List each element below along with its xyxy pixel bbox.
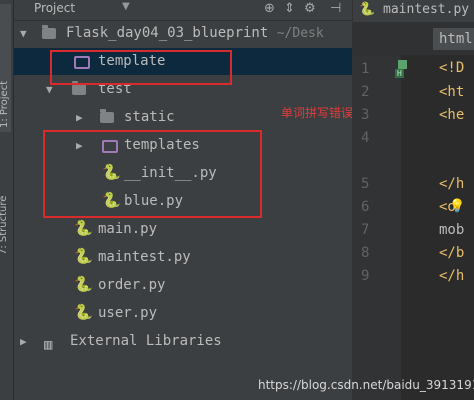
watermark: https://blog.csdn.net/baidu_39131915 — [258, 378, 474, 392]
python-file-icon: 🐍 — [359, 2, 376, 17]
code-line[interactable]: </h — [439, 176, 464, 192]
line-number: 1 — [361, 61, 370, 77]
annotation-box-template — [50, 50, 232, 85]
tool-strip: 1: Project 7: Structure — [0, 0, 14, 400]
tree-item-label: main.py — [98, 221, 158, 237]
chevron-down-icon[interactable]: ▼ — [122, 1, 130, 12]
folder-icon — [100, 109, 114, 123]
code-line[interactable]: <!D — [439, 60, 464, 76]
line-number: 3 — [361, 107, 370, 123]
tree-item-label: External Libraries — [70, 333, 222, 349]
collapse-icon[interactable]: ⇕ — [284, 1, 295, 16]
tree-item-main-py[interactable]: 🐍 main.py — [14, 216, 352, 243]
annotation-box-templates — [43, 130, 262, 218]
lightbulb-icon[interactable]: 💡 — [449, 199, 465, 214]
tree-item-label: user.py — [98, 305, 158, 321]
python-file-icon: 🐍 — [74, 303, 93, 321]
collapse-arrow-icon[interactable]: ▶ — [76, 104, 83, 131]
tree-item-project-root[interactable]: ▼ Flask_day04_03_blueprint ~/Desk — [14, 20, 352, 47]
line-number: 4 — [361, 130, 370, 146]
line-number: 9 — [361, 268, 370, 284]
gear-icon[interactable]: ⚙ — [304, 1, 316, 16]
hide-icon[interactable]: ⊣ — [330, 1, 341, 16]
project-panel-header: Project ▼ ⊕ ⇕ ⚙ ⊣ — [14, 0, 352, 21]
editor-tab-label: maintest.py — [383, 2, 470, 17]
structure-tool-tab[interactable]: 7: Structure — [0, 145, 9, 255]
project-tool-tab[interactable]: 1: Project — [0, 4, 11, 132]
folder-icon — [72, 81, 86, 95]
project-path: ~/Desk — [276, 26, 324, 41]
breadcrumb: html — [353, 23, 474, 55]
breadcrumb-item-html[interactable]: html — [433, 28, 474, 50]
folder-icon — [42, 25, 56, 39]
line-number: 2 — [361, 84, 370, 100]
editor: 🐍 maintest.py html 1 2 3 4 5 6 7 8 9 H <… — [352, 0, 474, 400]
code-line[interactable]: mob — [439, 222, 464, 238]
project-name: Flask_day04_03_blueprint — [66, 25, 269, 41]
line-gutter: 1 2 3 4 5 6 7 8 9 — [353, 55, 401, 400]
code-line[interactable]: <he — [439, 107, 464, 123]
line-number: 8 — [361, 245, 370, 261]
line-number: 7 — [361, 222, 370, 238]
target-icon[interactable]: ⊕ — [264, 1, 275, 16]
tree-item-user-py[interactable]: 🐍 user.py — [14, 300, 352, 327]
line-number: 6 — [361, 199, 370, 215]
tree-item-label: maintest.py — [98, 249, 191, 265]
tree-item-order-py[interactable]: 🐍 order.py — [14, 272, 352, 299]
line-number: 5 — [361, 176, 370, 192]
editor-tab-bar: 🐍 maintest.py — [353, 0, 474, 23]
annotation-label: 单词拼写错误 — [281, 106, 354, 120]
code-line[interactable]: </b — [439, 245, 464, 261]
tree-item-label: static — [124, 109, 175, 125]
tree-item-maintest-py[interactable]: 🐍 maintest.py — [14, 244, 352, 271]
panel-title[interactable]: Project — [34, 1, 75, 15]
python-file-icon: 🐍 — [74, 275, 93, 293]
library-icon: ▥ — [44, 337, 53, 353]
python-file-icon: 🐍 — [74, 219, 93, 237]
tree-item-external-libraries[interactable]: ▶ ▥ External Libraries — [14, 328, 352, 355]
editor-tab-maintest[interactable]: 🐍 maintest.py — [359, 2, 469, 17]
project-panel: Project ▼ ⊕ ⇕ ⚙ ⊣ ▼ Flask_day04_03_bluep… — [14, 0, 354, 400]
code-line[interactable]: </h — [439, 268, 464, 284]
code-line[interactable]: <ht — [439, 84, 464, 100]
tree-item-label: order.py — [98, 277, 166, 293]
expand-arrow-icon[interactable]: ▼ — [20, 20, 27, 47]
collapse-arrow-icon[interactable]: ▶ — [20, 328, 27, 355]
python-file-icon: 🐍 — [74, 247, 93, 265]
html-file-icon: H — [395, 60, 409, 78]
